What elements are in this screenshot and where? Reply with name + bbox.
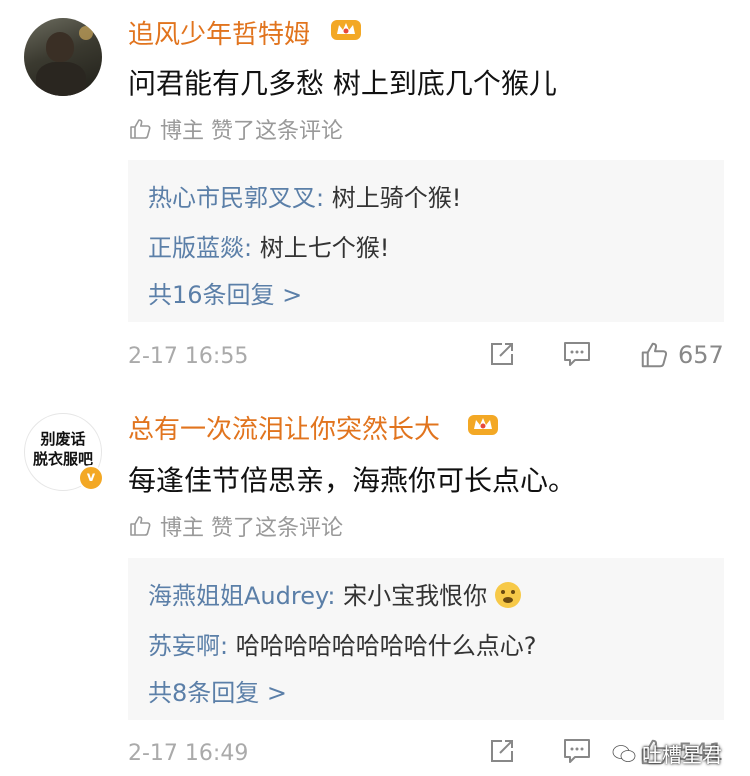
- thumbs-up-icon: [130, 516, 151, 536]
- reply-line: 热心市民郭叉叉: 树上骑个猴!: [148, 178, 461, 213]
- crown-icon: [331, 20, 361, 40]
- wechat-icon: [612, 744, 636, 762]
- comment-icon: [564, 739, 590, 763]
- comment-text: 问君能有几多愁 树上到底几个猴儿: [128, 67, 557, 100]
- reply-author[interactable]: 热心市民郭叉叉:: [148, 184, 324, 212]
- reply-text: 宋小宝我恨你: [335, 582, 488, 610]
- watermark-text: 吐槽星君: [642, 743, 722, 767]
- author-liked-text: 博主 赞了这条评论: [160, 516, 343, 541]
- comment-username[interactable]: 总有一次流泪让你突然长大: [128, 409, 440, 446]
- share-button[interactable]: [488, 737, 516, 765]
- like-button[interactable]: 657: [638, 340, 724, 370]
- comment-item: 追风少年哲特姆 问君能有几多愁 树上到底几个猴儿 博主 赞了这条评论 热心市民郭…: [0, 0, 750, 390]
- thumbs-up-icon: [641, 342, 668, 368]
- author-liked-text: 博主 赞了这条评论: [160, 119, 343, 144]
- share-button[interactable]: [488, 340, 516, 368]
- reply-text: 哈哈哈哈哈哈哈哈什么点心?: [228, 632, 537, 660]
- reply-line: 正版蓝燚: 树上七个猴!: [148, 228, 389, 263]
- share-icon: [491, 740, 513, 762]
- share-icon: [491, 343, 513, 365]
- reply-line: 苏妄啊: 哈哈哈哈哈哈哈哈什么点心?: [148, 626, 536, 661]
- reply-text: 树上七个猴!: [252, 234, 390, 262]
- thumbs-up-icon: [130, 119, 151, 139]
- comment-username[interactable]: 追风少年哲特姆: [128, 14, 310, 51]
- reply-author[interactable]: 海燕姐姐Audrey:: [148, 582, 336, 610]
- comment-time: 2-17 16:49: [128, 741, 249, 766]
- user-avatar[interactable]: [24, 18, 102, 96]
- author-liked-notice: 博主 赞了这条评论: [128, 510, 343, 542]
- comment-item: 别废话 脱衣服吧 v 总有一次流泪让你突然长大 每逢佳节倍思亲，海燕你可长点心。…: [0, 395, 750, 776]
- reply-text: 树上骑个猴!: [324, 184, 462, 212]
- crown-icon: [468, 415, 498, 435]
- avatar-text-line1: 别废话: [40, 430, 86, 448]
- author-liked-notice: 博主 赞了这条评论: [128, 113, 343, 145]
- avatar-light: [79, 26, 93, 40]
- verified-badge: v: [78, 465, 104, 491]
- watermark: 吐槽星君: [612, 739, 722, 768]
- like-count: 657: [678, 341, 724, 369]
- reply-author[interactable]: 正版蓝燚:: [148, 234, 252, 262]
- smile-emoji-icon: [494, 582, 521, 608]
- reply-line: 海燕姐姐Audrey: 宋小宝我恨你: [148, 576, 521, 611]
- avatar-head: [46, 32, 74, 62]
- comment-time: 2-17 16:55: [128, 344, 249, 369]
- reply-button[interactable]: [562, 340, 592, 368]
- reply-author[interactable]: 苏妄啊:: [148, 632, 228, 660]
- avatar-body: [36, 62, 86, 96]
- comment-text: 每逢佳节倍思亲，海燕你可长点心。: [128, 464, 577, 497]
- reply-button[interactable]: [562, 737, 592, 765]
- reply-box[interactable]: 热心市民郭叉叉: 树上骑个猴! 正版蓝燚: 树上七个猴! 共16条回复 >: [128, 160, 724, 322]
- more-replies-link[interactable]: 共8条回复 >: [148, 673, 287, 708]
- more-replies-link[interactable]: 共16条回复 >: [148, 275, 302, 310]
- reply-box[interactable]: 海燕姐姐Audrey: 宋小宝我恨你 苏妄啊: 哈哈哈哈哈哈哈哈什么点心? 共8…: [128, 558, 724, 720]
- comment-icon: [564, 342, 590, 366]
